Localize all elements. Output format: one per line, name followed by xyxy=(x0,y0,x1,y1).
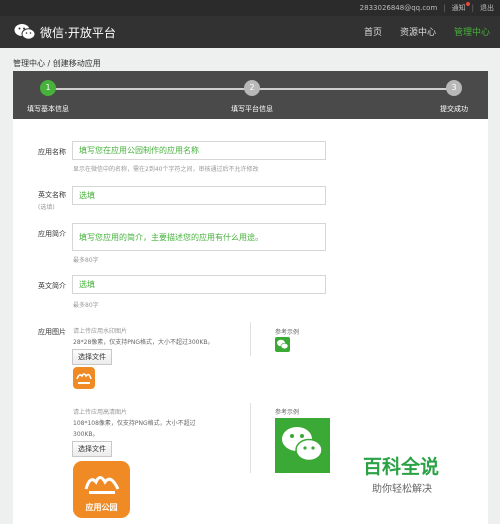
en-intro-input[interactable]: 选填 xyxy=(72,275,326,294)
progress-steps: 1 2 3 填写基本信息 填写平台信息 提交成功 xyxy=(13,71,488,119)
watermark: 百科全说 助你轻松解决 xyxy=(363,452,439,495)
app-park-logo-mark-icon xyxy=(84,476,120,494)
step-2-label: 填写平台信息 xyxy=(231,105,273,113)
small-image-desc: 请上传应用水印图片 xyxy=(73,328,128,335)
breadcrumb: 管理中心 / 创建移动应用 xyxy=(13,59,101,68)
nav-resources[interactable]: 资源中心 xyxy=(400,25,436,38)
small-example-label: 参考示例 xyxy=(275,329,300,336)
wechat-example-large-icon xyxy=(275,418,330,473)
en-name-label: 英文名称 xyxy=(38,191,66,199)
large-image-spec-cont: 300KB。 xyxy=(73,431,99,438)
watermark-subtitle: 助你轻松解决 xyxy=(372,484,432,495)
main-nav: 首页 资源中心 管理中心 xyxy=(364,25,490,38)
step-1-circle: 1 xyxy=(40,80,56,96)
separator: | xyxy=(471,4,474,12)
user-email[interactable]: 2833026848@qq.com xyxy=(360,4,438,12)
large-image-desc: 请上传应用高清图片 xyxy=(73,409,128,416)
large-image-upload-button[interactable]: 选择文件 xyxy=(72,441,112,457)
logout-link[interactable]: 退出 xyxy=(480,3,494,13)
nav-home[interactable]: 首页 xyxy=(364,25,382,38)
intro-label: 应用简介 xyxy=(38,230,66,238)
small-image-upload-button[interactable]: 选择文件 xyxy=(72,349,112,365)
notice-link[interactable]: 通知 xyxy=(451,2,470,13)
en-intro-hint: 最多80字 xyxy=(73,302,99,309)
en-name-input[interactable]: 选填 xyxy=(72,186,326,205)
site-title[interactable]: 微信·开放平台 xyxy=(40,24,116,41)
separator: | xyxy=(443,4,446,12)
large-image-spec: 108*108像素，仅支持PNG格式，大小不超过 xyxy=(73,420,196,427)
intro-hint: 最多80字 xyxy=(73,257,99,264)
en-intro-label: 英文简介 xyxy=(38,282,66,290)
notice-dot xyxy=(465,2,470,6)
divider xyxy=(250,322,251,356)
app-name-hint: 显示在微信中的名称，需在2到40个字符之间，审核通过后不允许修改 xyxy=(73,166,259,173)
nav-bar: 微信·开放平台 首页 资源中心 管理中心 xyxy=(0,16,500,48)
app-park-logo-text: 应用公园 xyxy=(85,503,118,512)
notice-label: 通知 xyxy=(451,4,466,12)
top-bar: 2833026848@qq.com | 通知 | 退出 xyxy=(0,0,500,16)
wechat-example-small-icon xyxy=(275,337,290,352)
intro-textarea[interactable]: 填写您应用的简介，主要描述您的应用有什么用途。 xyxy=(72,223,326,251)
watermark-title: 百科全说 xyxy=(363,456,440,478)
large-example-label: 参考示例 xyxy=(275,409,300,416)
small-image-spec: 28*28像素，仅支持PNG格式，大小不超过300KB。 xyxy=(73,339,214,346)
wechat-logo-icon[interactable] xyxy=(14,23,36,41)
step-3-circle: 3 xyxy=(446,80,462,96)
step-1-label: 填写基本信息 xyxy=(27,105,69,113)
nav-management[interactable]: 管理中心 xyxy=(454,25,490,38)
app-park-small-icon xyxy=(73,367,95,389)
step-3-label: 提交成功 xyxy=(440,105,468,113)
step-2-circle: 2 xyxy=(244,80,260,96)
app-name-label: 应用名称 xyxy=(38,148,66,156)
app-image-label: 应用图片 xyxy=(38,328,66,336)
app-name-input[interactable]: 填写您在应用公园制作的应用名称 xyxy=(72,141,326,160)
divider xyxy=(250,403,251,473)
app-park-large-icon: 应用公园 xyxy=(73,461,130,518)
en-name-optional: (选填) xyxy=(38,204,55,211)
